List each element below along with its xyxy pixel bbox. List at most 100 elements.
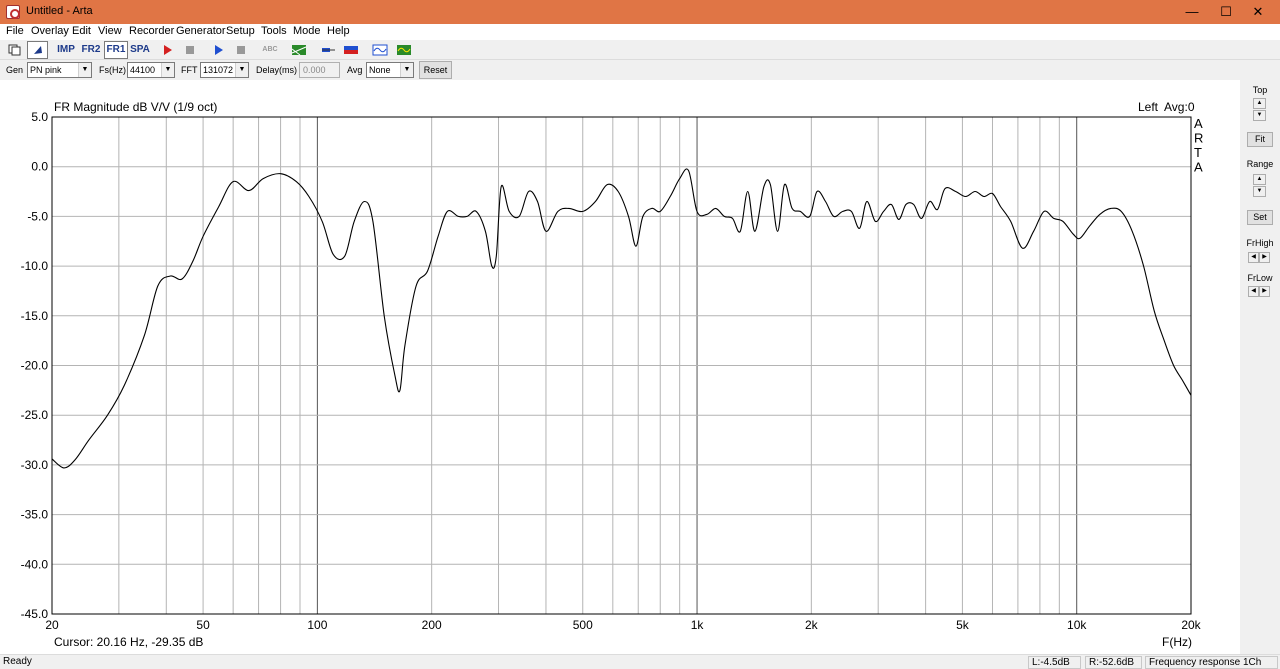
y-tick-label: -40.0: [21, 557, 49, 571]
y-tick-label: -45.0: [21, 607, 49, 621]
menu-generator[interactable]: Generator: [176, 25, 226, 37]
averaging-select[interactable]: None ▼: [366, 62, 414, 78]
x-axis-label: F(Hz): [1162, 635, 1192, 649]
series-line: [51, 168, 1192, 469]
set-button[interactable]: Set: [1247, 210, 1273, 225]
title-bar: Untitled - Arta — ☐ ✕: [0, 0, 1280, 24]
cursor-tool-button[interactable]: [27, 41, 48, 59]
toolbar: IMP FR2 FR1 SPA ABC: [0, 40, 1280, 60]
y-tick-labels: 5.0 0.0 -5.0 -10.0 -15.0 -20.0 -25.0 -30.0 -35.0…: [21, 110, 49, 621]
generator-select-value: PN pink: [30, 65, 62, 75]
chevron-down-icon[interactable]: ▼: [400, 63, 413, 77]
spa-mode-button[interactable]: SPA: [128, 41, 152, 59]
play-blue-icon: [214, 45, 223, 55]
x-tick-label: 5k: [956, 618, 970, 632]
x-tick-label: 50: [196, 618, 210, 632]
sample-rate-select[interactable]: 44100 ▼: [127, 62, 175, 78]
generator-stop-button[interactable]: [230, 41, 251, 59]
status-left-level: L:-4.5dB: [1028, 656, 1081, 669]
arta-watermark: ARTA: [1194, 116, 1203, 175]
status-bar: Ready L:-4.5dB R:-52.6dB Frequency respo…: [0, 654, 1280, 669]
generator-play-button[interactable]: [207, 41, 228, 59]
menu-view[interactable]: View: [98, 25, 122, 37]
range-label: Range: [1246, 159, 1274, 169]
frlow-label: FrLow: [1247, 273, 1273, 283]
frlow-right-spinner[interactable]: ▶: [1259, 286, 1270, 297]
gen-label: Gen: [6, 65, 24, 75]
frhigh-right-spinner[interactable]: ▶: [1259, 252, 1270, 263]
spectrum-button[interactable]: [393, 41, 414, 59]
channel-info: Left Avg:0: [1138, 100, 1195, 114]
abc-button[interactable]: ABC: [258, 41, 282, 59]
color-icon: [343, 46, 358, 54]
close-button[interactable]: ✕: [1235, 0, 1280, 24]
menu-setup[interactable]: Setup: [226, 25, 255, 37]
y-tick-label: 5.0: [31, 110, 48, 124]
menu-recorder[interactable]: Recorder: [129, 25, 174, 37]
scope-button[interactable]: [369, 41, 390, 59]
top-down-spinner[interactable]: ▼: [1253, 110, 1266, 121]
chevron-down-icon[interactable]: ▼: [161, 63, 174, 77]
record-play-button[interactable]: [156, 41, 177, 59]
x-tick-label: 1k: [691, 618, 705, 632]
parameters-bar: Gen PN pink ▼ Fs(Hz) 44100 ▼ FFT 131072 …: [0, 60, 1280, 80]
fft-size-select[interactable]: 131072 ▼: [200, 62, 249, 78]
menu-overlay[interactable]: Overlay: [31, 25, 69, 37]
top-label: Top: [1252, 85, 1268, 95]
chart-grid: [52, 117, 1191, 614]
chart-title: FR Magnitude dB V/V (1/9 oct): [54, 100, 217, 114]
scope-icon: [372, 44, 387, 56]
arrow-cursor-icon: [33, 46, 42, 54]
frlow-left-spinner[interactable]: ◀: [1248, 286, 1259, 297]
frequency-response-chart[interactable]: 5.0 0.0 -5.0 -10.0 -15.0 -20.0 -25.0 -30.0 -35.0…: [0, 80, 1240, 654]
fr2-mode-button[interactable]: FR2: [79, 41, 103, 59]
fr1-mode-button[interactable]: FR1: [104, 41, 128, 59]
avg-label: Avg: [347, 65, 363, 75]
chart-svg[interactable]: 5.0 0.0 -5.0 -10.0 -15.0 -20.0 -25.0 -30.0 -35.0…: [0, 80, 1240, 654]
y-tick-label: -15.0: [21, 309, 49, 323]
arta-app-icon: [6, 5, 20, 19]
menu-help[interactable]: Help: [327, 25, 350, 37]
cursor-readout: Cursor: 20.16 Hz, -29.35 dB: [54, 635, 203, 649]
stop-icon: [236, 46, 245, 54]
window-title: Untitled - Arta: [26, 5, 93, 17]
new-window-button[interactable]: [4, 41, 25, 59]
right-control-panel: Top ▲ ▼ Fit Range ▲ ▼ Set FrHigh ◀ ▶ FrL…: [1240, 80, 1280, 654]
reset-button[interactable]: Reset: [419, 61, 452, 79]
y-tick-label: -30.0: [21, 458, 49, 472]
top-up-spinner[interactable]: ▲: [1253, 98, 1266, 109]
marker-button[interactable]: [317, 41, 338, 59]
chevron-down-icon[interactable]: ▼: [235, 63, 248, 77]
x-tick-label: 100: [307, 618, 327, 632]
chevron-down-icon[interactable]: ▼: [78, 63, 91, 77]
menu-mode[interactable]: Mode: [293, 25, 321, 37]
frhigh-label: FrHigh: [1246, 238, 1274, 248]
spectrum-icon: [396, 45, 411, 55]
color-button[interactable]: [340, 41, 361, 59]
marker-icon: [321, 48, 335, 52]
x-tick-labels: 20 50 100 200 500 1k 2k 5k 10k 20k: [45, 618, 1201, 632]
generator-select[interactable]: PN pink ▼: [27, 62, 92, 78]
overlay-button[interactable]: [288, 41, 309, 59]
averaging-value: None: [369, 65, 391, 75]
record-stop-button[interactable]: [179, 41, 200, 59]
fit-button[interactable]: Fit: [1247, 132, 1273, 147]
menu-tools[interactable]: Tools: [261, 25, 287, 37]
menu-edit[interactable]: Edit: [72, 25, 91, 37]
delay-field[interactable]: 0.000: [299, 62, 340, 78]
status-ready: Ready: [3, 656, 32, 667]
delay-label: Delay(ms): [256, 65, 298, 75]
y-tick-label: -20.0: [21, 359, 49, 373]
x-tick-label: 500: [573, 618, 593, 632]
copy-icon: [8, 44, 20, 56]
x-tick-label: 20k: [1181, 618, 1201, 632]
frhigh-left-spinner[interactable]: ◀: [1248, 252, 1259, 263]
range-down-spinner[interactable]: ▼: [1253, 186, 1266, 197]
menu-file[interactable]: File: [6, 25, 24, 37]
range-up-spinner[interactable]: ▲: [1253, 174, 1266, 185]
impulse-mode-button[interactable]: IMP: [54, 41, 78, 59]
x-tick-label: 20: [45, 618, 59, 632]
y-tick-label: -35.0: [21, 508, 49, 522]
y-tick-label: -10.0: [21, 259, 49, 273]
y-tick-label: -5.0: [27, 209, 48, 223]
